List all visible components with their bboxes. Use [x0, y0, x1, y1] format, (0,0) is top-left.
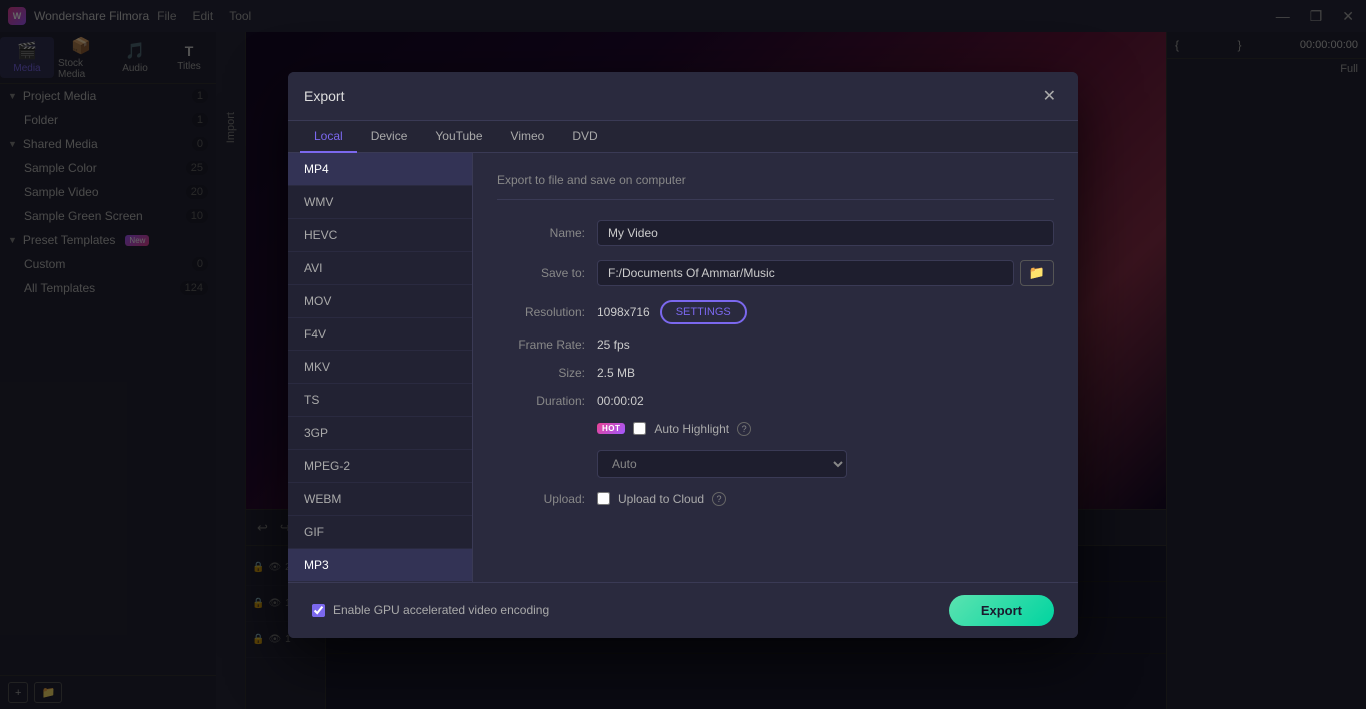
auto-highlight-checkbox[interactable] — [633, 422, 646, 435]
modal-body: MP4 WMV HEVC AVI MOV F4V MKV TS 3GP MPEG… — [288, 153, 1078, 582]
tab-vimeo[interactable]: Vimeo — [497, 121, 559, 153]
format-mov[interactable]: MOV — [288, 285, 472, 318]
upload-to-cloud-label: Upload to Cloud — [618, 492, 704, 506]
name-input[interactable] — [597, 220, 1054, 246]
modal-title: Export — [304, 88, 344, 104]
export-settings: Export to file and save on computer Name… — [473, 153, 1078, 582]
browse-button[interactable]: 📁 — [1020, 260, 1054, 286]
path-row: 📁 — [597, 260, 1054, 286]
size-row: Size: 2.5 MB — [497, 366, 1054, 380]
export-button[interactable]: Export — [949, 595, 1054, 626]
format-gif[interactable]: GIF — [288, 516, 472, 549]
upload-checkbox-row: Upload to Cloud ? — [597, 492, 726, 506]
format-hevc[interactable]: HEVC — [288, 219, 472, 252]
auto-select-dropdown[interactable]: Auto — [597, 450, 847, 478]
name-row: Name: — [497, 220, 1054, 246]
name-label: Name: — [497, 226, 597, 240]
auto-highlight-checkbox-row: HOT Auto Highlight ? — [597, 422, 751, 436]
auto-highlight-label: Auto Highlight — [654, 422, 729, 436]
format-list: MP4 WMV HEVC AVI MOV F4V MKV TS 3GP MPEG… — [288, 153, 473, 582]
upload-cloud-checkbox[interactable] — [597, 492, 610, 505]
duration-row: Duration: 00:00:02 — [497, 394, 1054, 408]
format-wmv[interactable]: WMV — [288, 186, 472, 219]
tab-youtube[interactable]: YouTube — [421, 121, 496, 153]
resolution-label: Resolution: — [497, 305, 597, 319]
auto-select-row: Auto — [497, 450, 1054, 478]
modal-close-button[interactable]: ✕ — [1037, 84, 1062, 108]
size-value: 2.5 MB — [597, 366, 1054, 380]
upload-help-icon[interactable]: ? — [712, 492, 726, 506]
format-avi[interactable]: AVI — [288, 252, 472, 285]
frame-rate-row: Frame Rate: 25 fps — [497, 338, 1054, 352]
size-label: Size: — [497, 366, 597, 380]
format-mkv[interactable]: MKV — [288, 351, 472, 384]
format-mp3[interactable]: MP3 — [288, 549, 472, 582]
modal-footer: Enable GPU accelerated video encoding Ex… — [288, 582, 1078, 638]
tab-dvd[interactable]: DVD — [558, 121, 611, 153]
resolution-value: 1098x716 — [597, 305, 650, 319]
duration-value: 00:00:02 — [597, 394, 1054, 408]
resolution-value-row: 1098x716 SETTINGS — [597, 300, 1054, 324]
resolution-row: Resolution: 1098x716 SETTINGS — [497, 300, 1054, 324]
modal-overlay: Export ✕ Local Device YouTube Vimeo DVD … — [0, 0, 1366, 709]
auto-highlight-help-icon[interactable]: ? — [737, 422, 751, 436]
frame-rate-label: Frame Rate: — [497, 338, 597, 352]
tab-device[interactable]: Device — [357, 121, 422, 153]
modal-header: Export ✕ — [288, 72, 1078, 121]
modal-tabs: Local Device YouTube Vimeo DVD — [288, 121, 1078, 153]
format-f4v[interactable]: F4V — [288, 318, 472, 351]
export-modal: Export ✕ Local Device YouTube Vimeo DVD … — [288, 72, 1078, 638]
export-subtitle: Export to file and save on computer — [497, 173, 1054, 200]
upload-row: Upload: Upload to Cloud ? — [497, 492, 1054, 506]
format-mpeg2[interactable]: MPEG-2 — [288, 450, 472, 483]
format-webm[interactable]: WEBM — [288, 483, 472, 516]
save-path-input[interactable] — [597, 260, 1014, 286]
duration-label: Duration: — [497, 394, 597, 408]
upload-label: Upload: — [497, 492, 597, 506]
save-to-row: Save to: 📁 — [497, 260, 1054, 286]
settings-button[interactable]: SETTINGS — [660, 300, 747, 324]
format-mp4[interactable]: MP4 — [288, 153, 472, 186]
tab-local[interactable]: Local — [300, 121, 357, 153]
gpu-checkbox-row: Enable GPU accelerated video encoding — [312, 603, 549, 617]
frame-rate-value: 25 fps — [597, 338, 1054, 352]
auto-highlight-row: HOT Auto Highlight ? — [497, 422, 1054, 436]
save-to-label: Save to: — [497, 266, 597, 280]
format-3gp[interactable]: 3GP — [288, 417, 472, 450]
format-ts[interactable]: TS — [288, 384, 472, 417]
gpu-label: Enable GPU accelerated video encoding — [333, 603, 549, 617]
hot-badge: HOT — [597, 423, 625, 434]
gpu-checkbox[interactable] — [312, 604, 325, 617]
